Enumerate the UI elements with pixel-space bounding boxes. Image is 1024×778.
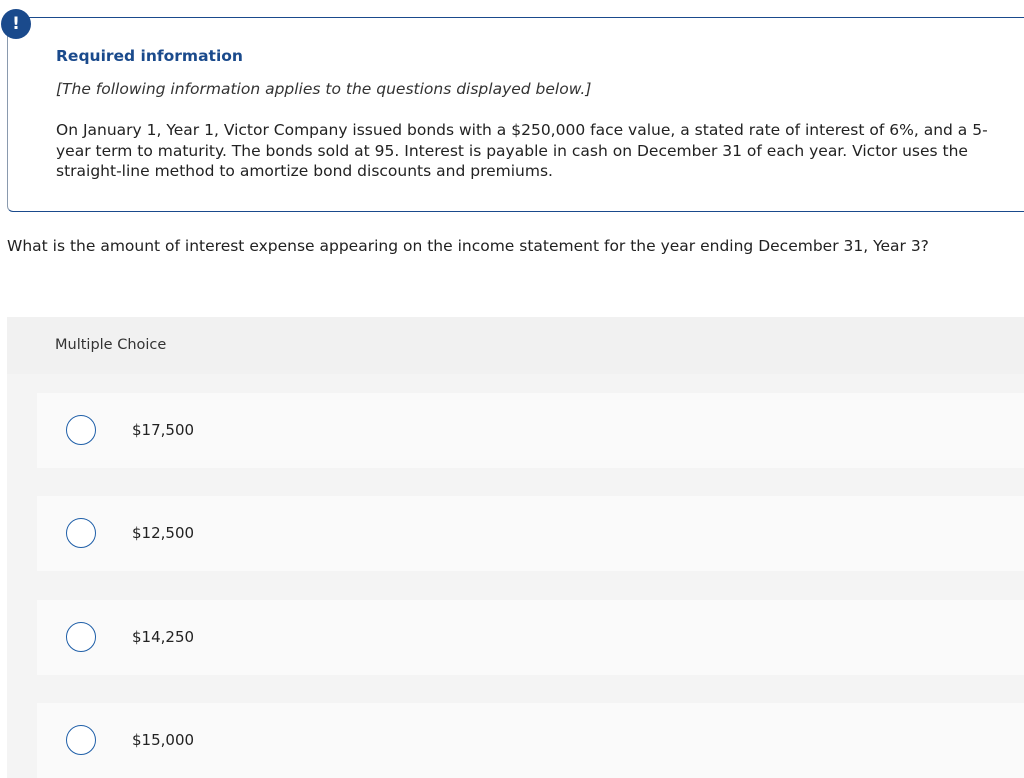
multiple-choice-header: Multiple Choice <box>55 337 167 353</box>
radio-button-icon[interactable] <box>66 518 96 548</box>
radio-button-icon[interactable] <box>66 725 96 755</box>
choice-label: $17,500 <box>132 421 195 439</box>
choice-label: $12,500 <box>132 524 195 542</box>
choice-option-1[interactable]: $17,500 <box>37 393 1024 468</box>
choice-label: $14,250 <box>132 628 195 646</box>
info-note: [The following information applies to th… <box>56 80 592 98</box>
multiple-choice-panel: Multiple Choice $17,500 $12,500 $14,250 … <box>7 317 1024 778</box>
choice-option-3[interactable]: $14,250 <box>37 600 1024 675</box>
info-title: Required information <box>56 47 243 65</box>
radio-button-icon[interactable] <box>66 415 96 445</box>
alert-icon: ! <box>1 9 31 39</box>
choice-label: $15,000 <box>132 731 195 749</box>
question-text: What is the amount of interest expense a… <box>7 237 929 255</box>
choice-option-2[interactable]: $12,500 <box>37 496 1024 571</box>
info-body: On January 1, Year 1, Victor Company iss… <box>56 121 988 180</box>
choice-option-4[interactable]: $15,000 <box>37 703 1024 778</box>
radio-button-icon[interactable] <box>66 622 96 652</box>
